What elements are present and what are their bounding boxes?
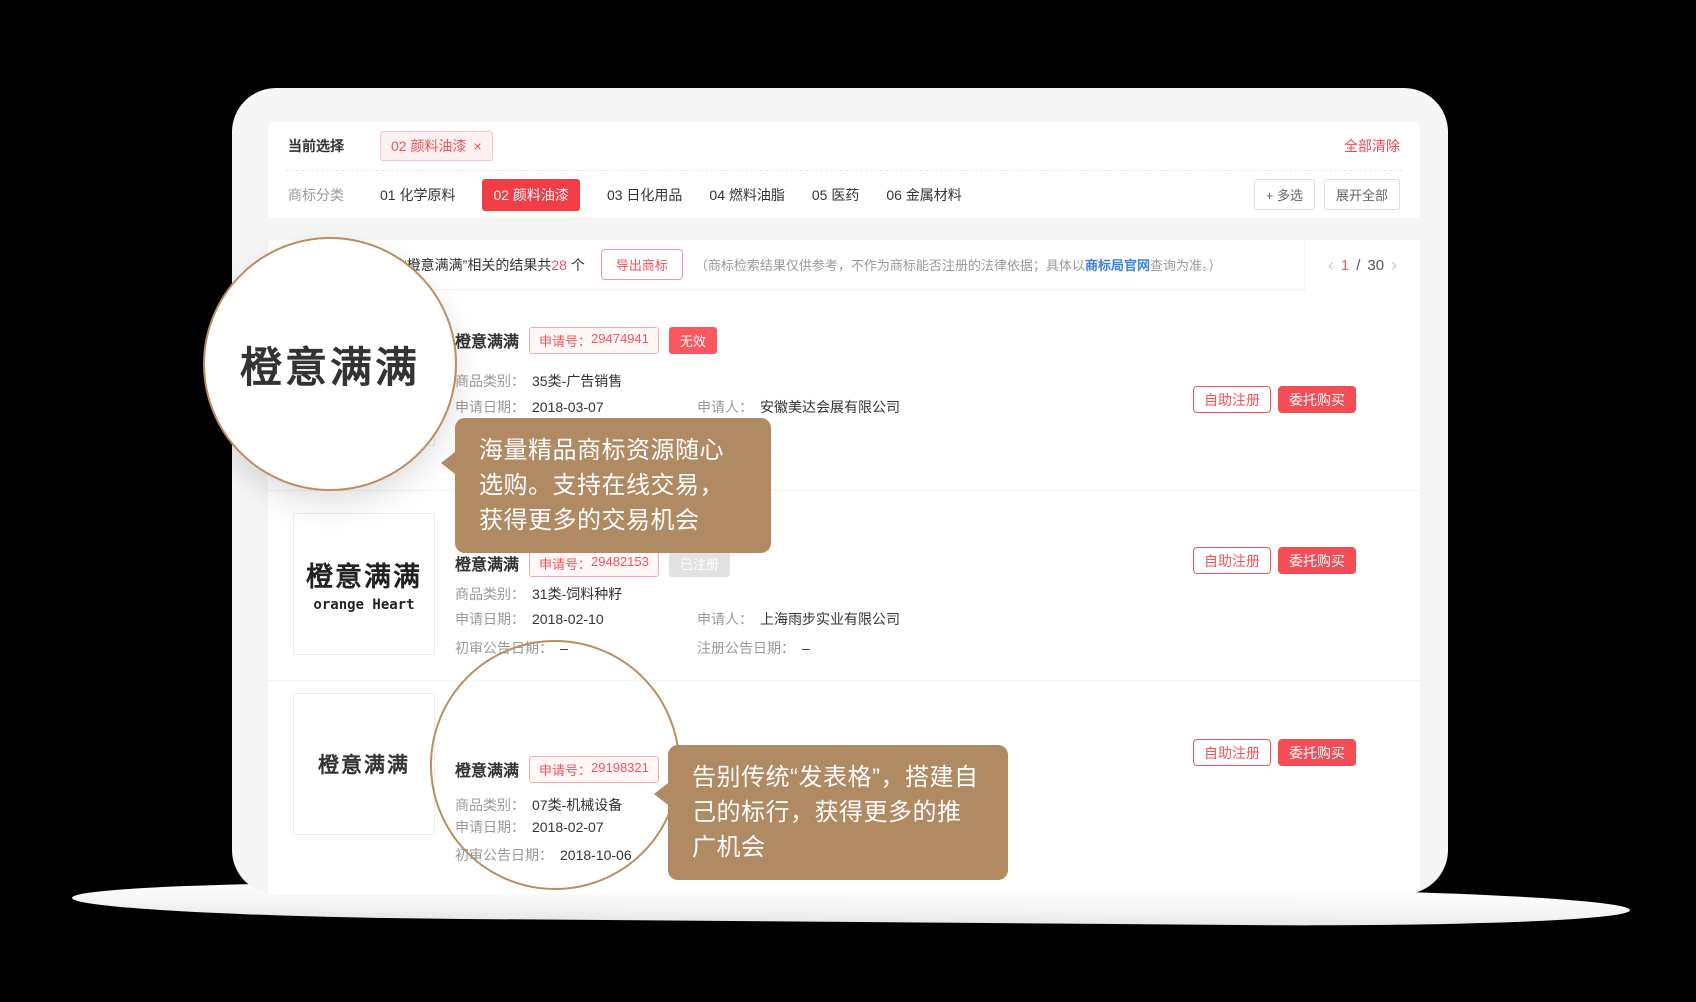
category-list: 01 化学原料 02 颜料油漆 03 日化用品 04 燃料油脂 05 医药 06…	[380, 179, 962, 211]
results-header: 当前分类下检索到“橙意满满”相关的结果共28个 导出商标 （商标检索结果仅供参考…	[268, 240, 1420, 290]
disclaimer-pre: （商标检索结果仅供参考，不作为商标能否注册的法律依据；具体以	[695, 258, 1085, 273]
results-disclaimer: （商标检索结果仅供参考，不作为商标能否注册的法律依据；具体以商标局官网查询为准。…	[695, 255, 1222, 274]
selected-filter-tag[interactable]: 02 颜料油漆 ×	[380, 131, 493, 161]
entrust-purchase-button[interactable]: 委托购买	[1278, 547, 1356, 574]
row-actions: 自助注册 委托购买	[1193, 739, 1356, 766]
category-item-01[interactable]: 01 化学原料	[380, 185, 455, 205]
category-line: 商品类别：31类-饲料种籽	[455, 584, 622, 604]
dates-line: 申请日期：2018-02-10 申请人：上海雨步实业有限公司	[455, 609, 604, 629]
category-line: 商品类别：35类-广告销售	[455, 371, 622, 391]
trademark-title-line: 橙意满满 申请号：29482153 已注册	[455, 551, 730, 575]
page-current: 1	[1341, 257, 1349, 274]
clear-all-link[interactable]: 全部清除	[1344, 136, 1400, 156]
trademark-title-line: 橙意满满 申请号：29474941 无效	[455, 328, 717, 352]
status-badge: 无效	[669, 327, 717, 354]
dates-line: 申请日期：2018-03-07 申请人：安徽美达会展有限公司	[455, 397, 604, 417]
selected-filter-tag-label: 02 颜料油漆	[391, 136, 466, 156]
category-item-05[interactable]: 05 医药	[812, 185, 859, 205]
thumbnail-text: 橙意满满	[306, 555, 422, 594]
row-actions: 自助注册 委托购买	[1193, 386, 1356, 413]
application-number-badge: 申请号：29482153	[529, 550, 659, 577]
trademark-thumbnail[interactable]: 橙意满满	[293, 693, 435, 835]
result-row: 橙意满满 orange Heart 橙意满满 申请号：29482153 已注册 …	[268, 490, 1420, 681]
magnified-trademark-text: 橙意满满	[240, 334, 420, 395]
close-icon[interactable]: ×	[473, 138, 481, 154]
trademark-thumbnail[interactable]: 橙意满满 orange Heart	[293, 513, 435, 655]
callout-bubble-resources: 海量精品商标资源随心选购。支持在线交易，获得更多的交易机会	[455, 418, 771, 553]
current-selection-row: 当前选择 02 颜料油漆 × 全部清除	[288, 122, 1400, 170]
application-number-badge: 申请号：29474941	[529, 327, 659, 354]
expand-all-button[interactable]: 展开全部	[1324, 179, 1400, 210]
self-register-button[interactable]: 自助注册	[1193, 547, 1271, 574]
marketing-composite: 当前选择 02 颜料油漆 × 全部清除 商标分类 01 化学原料 02 颜料油漆…	[0, 0, 1696, 1002]
entrust-purchase-button[interactable]: 委托购买	[1278, 386, 1356, 413]
thumbnail-text: 橙意满满	[318, 749, 410, 779]
entrust-purchase-button[interactable]: 委托购买	[1278, 739, 1356, 766]
callout-bubble-promotion: 告别传统“发表格”，搭建自己的标行，获得更多的推广机会	[668, 745, 1008, 880]
applicant-pair: 申请人：安徽美达会展有限公司	[697, 397, 900, 417]
magnifier-circle	[430, 640, 680, 890]
thumbnail-subtext: orange Heart	[313, 597, 414, 613]
results-unit: 个	[571, 257, 585, 273]
category-item-03[interactable]: 03 日化用品	[607, 185, 682, 205]
chevron-right-icon[interactable]: ›	[1391, 255, 1397, 276]
page-total: 30	[1367, 257, 1384, 274]
multi-select-button[interactable]: + 多选	[1254, 179, 1315, 210]
chevron-left-icon[interactable]: ‹	[1328, 255, 1334, 276]
self-register-button[interactable]: 自助注册	[1193, 739, 1271, 766]
filter-card: 当前选择 02 颜料油漆 × 全部清除 商标分类 01 化学原料 02 颜料油漆…	[268, 122, 1420, 218]
registration-pair: 注册公告日期：–	[697, 638, 810, 658]
category-actions: + 多选 展开全部	[1254, 179, 1400, 210]
trademark-office-link[interactable]: 商标局官网	[1085, 258, 1150, 273]
category-item-04[interactable]: 04 燃料油脂	[709, 185, 784, 205]
page-separator: /	[1356, 257, 1360, 274]
trademark-name[interactable]: 橙意满满	[455, 328, 519, 352]
trademark-name[interactable]: 橙意满满	[455, 551, 519, 575]
category-label: 商标分类	[288, 185, 344, 205]
pagination: ‹ 1 / 30 ›	[1304, 240, 1420, 290]
magnifier-circle: 橙意满满	[203, 237, 457, 491]
category-row: 商标分类 01 化学原料 02 颜料油漆 03 日化用品 04 燃料油脂 05 …	[288, 171, 1400, 218]
disclaimer-post: 查询为准。）	[1150, 258, 1222, 273]
current-selection-label: 当前选择	[288, 136, 344, 156]
results-count: 28	[551, 257, 567, 273]
self-register-button[interactable]: 自助注册	[1193, 386, 1271, 413]
category-item-06[interactable]: 06 金属材料	[886, 185, 961, 205]
applicant-pair: 申请人：上海雨步实业有限公司	[697, 609, 900, 629]
row-actions: 自助注册 委托购买	[1193, 547, 1356, 574]
status-badge: 已注册	[669, 550, 730, 577]
category-item-02-active[interactable]: 02 颜料油漆	[482, 179, 579, 211]
export-trademarks-button[interactable]: 导出商标	[601, 249, 683, 280]
